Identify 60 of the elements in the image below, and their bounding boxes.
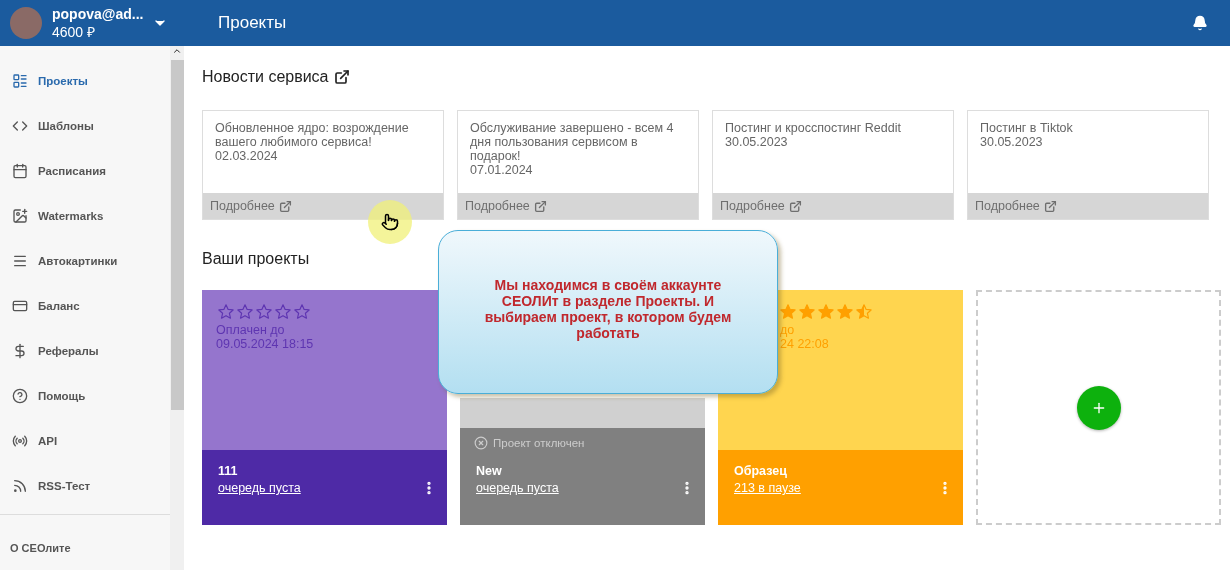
empty-star-icon [256,304,272,319]
external-link-icon [278,199,292,213]
add-button[interactable] [1076,385,1121,430]
dollar-icon [12,342,28,359]
sidebar-item[interactable]: Автокартинки [0,238,170,283]
empty-star-icon [275,304,291,319]
sidebar-item[interactable]: Расписания [0,148,170,193]
more-link[interactable]: Подробнее [968,193,1208,219]
more-link[interactable]: Подробнее [713,193,953,219]
hand-cursor-icon [381,213,399,231]
section-title: Ваши проекты [202,250,310,268]
section-title: Новости сервиса [202,68,329,86]
project-name: New [476,464,503,478]
queue-link[interactable]: очередь пуста [218,481,437,495]
external-link-icon [1043,199,1057,213]
empty-star-icon [218,304,234,319]
watermark-icon [12,207,28,224]
project-name: 111 [218,464,239,478]
rss-icon [12,477,28,494]
news-text: Постинг и кросспостинг Reddit 30.05.2023 [724,120,902,151]
more-link[interactable]: Подробнее [203,193,443,219]
help-icon [12,387,28,404]
sidebar-item[interactable]: Проекты [0,58,170,103]
empty-star-icon [237,304,253,319]
half-star-icon [856,304,872,319]
external-link-icon[interactable] [333,69,350,85]
external-link-icon [788,199,802,213]
filled-star-icon [799,304,815,319]
calendar-icon [12,162,28,179]
news-text: Постинг в Tiktok 30.05.2023 [979,120,1074,151]
filled-star-icon [780,304,796,319]
filled-star-icon [818,304,834,319]
paid-until: Оплачен до 09.05.2024 18:15 [216,323,315,351]
paid-until: до 24 22:08 [780,323,830,351]
filled-star-icon [837,304,853,319]
callout-note: Мы находимся в своём аккаунте СЕОЛИт в разделе Проекты. И выбираем проект, в котором будем работать [438,230,778,394]
page-title: Проекты [218,13,288,33]
sidebar-item[interactable]: API [0,418,170,463]
scroll-up-icon[interactable] [172,46,182,56]
balance: 4600 ₽ [52,22,97,41]
disabled-status: Проект отключен [460,428,705,450]
sidebar-item[interactable]: Баланс [0,283,170,328]
sidebar-item[interactable]: Рефералы [0,328,170,373]
external-link-icon [533,199,547,213]
list-icon [12,72,28,89]
scrollbar[interactable] [170,46,184,570]
news-text: Обновленное ядро: возрождение вашего любимого сервиса! 02.03.2024 [214,120,410,165]
sidebar-item[interactable]: Шаблоны [0,103,170,148]
sidebar-item[interactable]: Watermarks [0,193,170,238]
x-circle-icon [474,436,488,450]
empty-star-icon [294,304,310,319]
sidebar-item[interactable]: RSS-Тест [0,463,170,508]
user-name: popova@ad... [52,5,145,22]
avatar [10,7,42,39]
about-link[interactable]: О СЕОлите [10,542,170,554]
more-link[interactable]: Подробнее [458,193,698,219]
news-text: Обслуживание завершено - всем 4 дня пользования сервисом в подарок! 07.01.2024 [469,120,675,179]
project-name: Образец [734,464,788,478]
bell-icon[interactable] [1192,15,1208,31]
sidebar-item[interactable]: Помощь [0,373,170,418]
